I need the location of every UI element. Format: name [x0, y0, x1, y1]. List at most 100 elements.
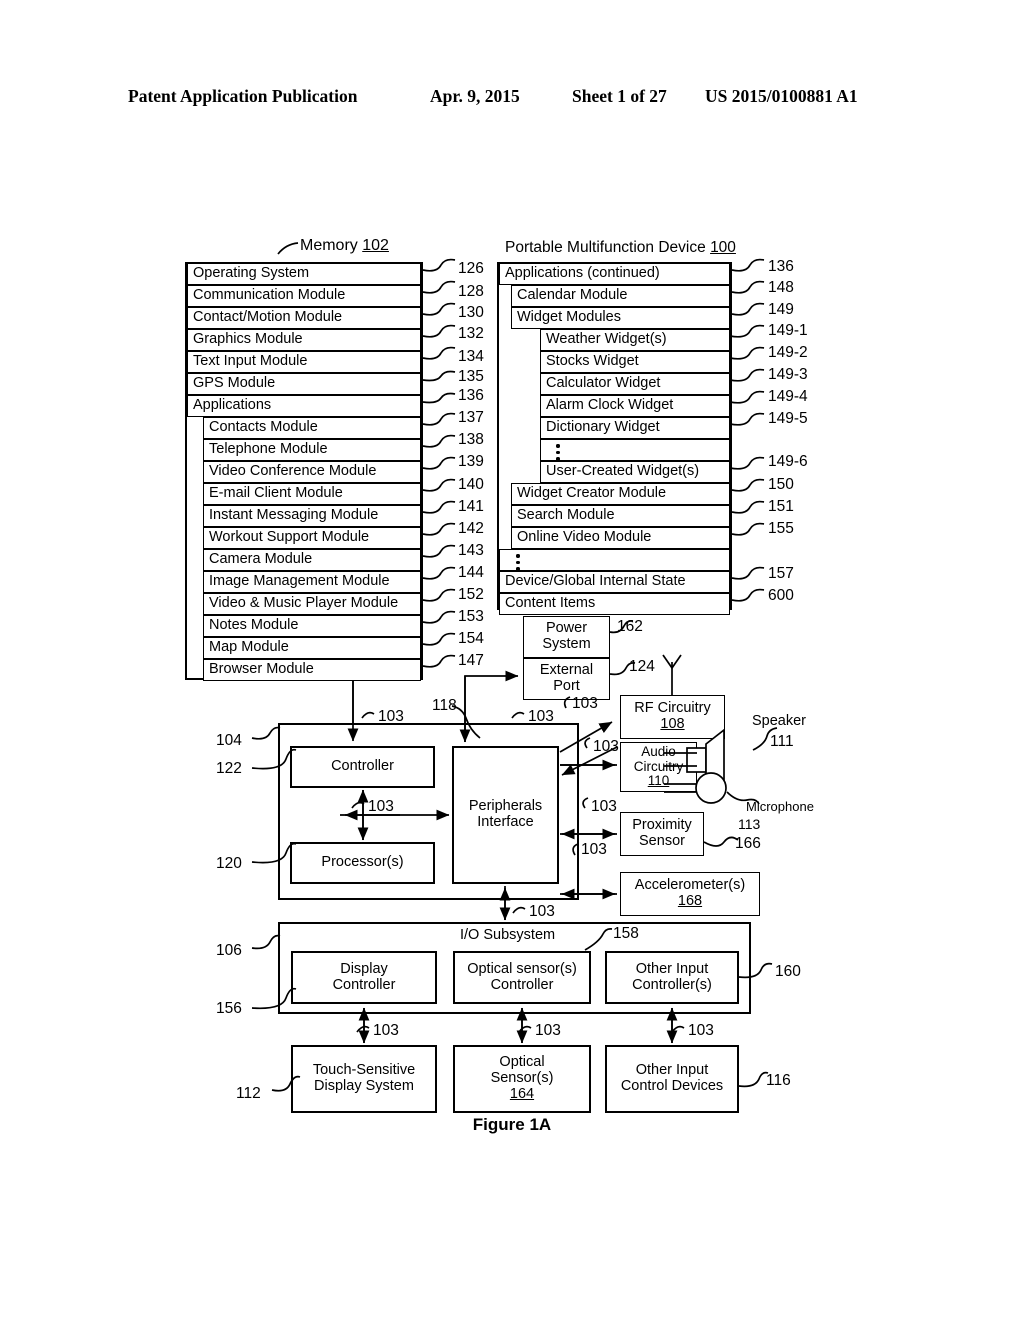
device-row-device-global-internal-state[interactable]: Device/Global Internal State: [499, 571, 730, 593]
audio-circuitry-block[interactable]: Audio Circuitry 110: [620, 742, 697, 792]
bus-label-k: 103: [688, 1022, 714, 1039]
device-row-alarm-clock-widget[interactable]: Alarm Clock Widget: [540, 395, 730, 417]
bus-label-c: 103: [572, 695, 598, 712]
other-input-controller-block[interactable]: Other Input Controller(s): [605, 951, 739, 1004]
memory-row-image-management-module[interactable]: Image Management Module: [203, 571, 421, 593]
memory-ref-137: 137: [458, 409, 484, 426]
memory-row-telephone-module[interactable]: Telephone Module: [203, 439, 421, 461]
memory-row-text-input-module[interactable]: Text Input Module: [187, 351, 421, 373]
device-ref-149-1: 149-1: [768, 322, 808, 339]
device-row-stocks-widget[interactable]: Stocks Widget: [540, 351, 730, 373]
device-ref-149-4: 149-4: [768, 388, 808, 405]
device-row-dictionary-widget[interactable]: Dictionary Widget: [540, 417, 730, 439]
memory-row-workout-support-module[interactable]: Workout Support Module: [203, 527, 421, 549]
memory-ref-143: 143: [458, 542, 484, 559]
memory-row-video-music-player-module[interactable]: Video & Music Player Module: [203, 593, 421, 615]
ref-122: 122: [216, 760, 242, 777]
proximity-sensor-block[interactable]: Proximity Sensor: [620, 812, 704, 856]
memory-ref-126: 126: [458, 260, 484, 277]
optical-sensor-controller-block[interactable]: Optical sensor(s) Controller: [453, 951, 591, 1004]
device-ref-151: 151: [768, 498, 794, 515]
device-row-weather-widget[interactable]: Weather Widget(s): [540, 329, 730, 351]
ref-120: 120: [216, 855, 242, 872]
device-row-widget-modules[interactable]: Widget Modules: [511, 307, 730, 329]
controller-block[interactable]: Controller: [290, 746, 435, 788]
publication-date: Apr. 9, 2015: [430, 86, 520, 106]
device-ref-155: 155: [768, 520, 794, 537]
memory-ref-136: 136: [458, 387, 484, 404]
ref-160: 160: [775, 963, 801, 980]
memory-row-email-client-module[interactable]: E-mail Client Module: [203, 483, 421, 505]
ref-111: 111: [770, 733, 794, 750]
device-title: Portable Multifunction Device 100: [505, 239, 736, 256]
device-ref-149-2: 149-2: [768, 344, 808, 361]
device-ref-149: 149: [768, 301, 794, 318]
memory-row-communication-module[interactable]: Communication Module: [187, 285, 421, 307]
device-row-calculator-widget[interactable]: Calculator Widget: [540, 373, 730, 395]
device-row-applications-continued[interactable]: Applications (continued): [499, 263, 730, 285]
device-row-online-video-module[interactable]: Online Video Module: [511, 527, 730, 549]
memory-ref-140: 140: [458, 476, 484, 493]
ref-156: 156: [216, 1000, 242, 1017]
ref-112: 112: [236, 1085, 261, 1102]
memory-ref-134: 134: [458, 348, 484, 365]
device-row-widget-ellipsis: [540, 439, 730, 461]
memory-ref-138: 138: [458, 431, 484, 448]
ref-162: 162: [617, 618, 643, 635]
peripherals-interface-block[interactable]: Peripherals Interface: [452, 746, 559, 884]
external-port-block[interactable]: External Port: [523, 658, 610, 700]
memory-row-instant-messaging-module[interactable]: Instant Messaging Module: [203, 505, 421, 527]
optical-sensor-block[interactable]: Optical Sensor(s) 164: [453, 1045, 591, 1113]
bus-label-h: 103: [529, 903, 555, 920]
memory-ref-139: 139: [458, 453, 484, 470]
memory-row-operating-system[interactable]: Operating System: [187, 263, 421, 285]
memory-row-notes-module[interactable]: Notes Module: [203, 615, 421, 637]
memory-title: Memory 102: [300, 237, 389, 254]
memory-row-gps-module[interactable]: GPS Module: [187, 373, 421, 395]
device-row-content-items[interactable]: Content Items: [499, 593, 730, 615]
device-row-calendar-module[interactable]: Calendar Module: [511, 285, 730, 307]
memory-row-graphics-module[interactable]: Graphics Module: [187, 329, 421, 351]
io-subsystem-label: I/O Subsystem: [460, 927, 556, 943]
bus-label-e: 103: [591, 798, 617, 815]
microphone-label: Microphone: [746, 799, 814, 814]
memory-row-video-conference-module[interactable]: Video Conference Module: [203, 461, 421, 483]
memory-ref-132: 132: [458, 325, 484, 342]
device-ref-157: 157: [768, 565, 794, 582]
speaker-label: Speaker: [752, 713, 807, 729]
publication-number: US 2015/0100881 A1: [705, 86, 858, 106]
memory-row-contact-motion-module[interactable]: Contact/Motion Module: [187, 307, 421, 329]
processors-block[interactable]: Processor(s): [290, 842, 435, 884]
memory-row-contacts-module[interactable]: Contacts Module: [203, 417, 421, 439]
bus-label-i: 103: [373, 1022, 399, 1039]
figure-caption: Figure 1A: [472, 1115, 552, 1134]
bus-label-g: 103: [368, 798, 394, 815]
ref-118: 118: [432, 697, 457, 714]
memory-ref-153: 153: [458, 608, 484, 625]
memory-row-map-module[interactable]: Map Module: [203, 637, 421, 659]
memory-row-applications[interactable]: Applications: [187, 395, 421, 417]
ref-106: 106: [216, 942, 242, 959]
memory-row-browser-module[interactable]: Browser Module: [203, 659, 421, 681]
touch-sensitive-display-block[interactable]: Touch-Sensitive Display System: [291, 1045, 437, 1113]
memory-ref-154: 154: [458, 630, 484, 647]
bus-label-d: 103: [593, 738, 619, 755]
rf-circuitry-block[interactable]: RF Circuitry 108: [620, 695, 725, 739]
device-ref-600: 600: [768, 587, 794, 604]
device-row-user-created-widget[interactable]: User-Created Widget(s): [540, 461, 730, 483]
memory-row-camera-module[interactable]: Camera Module: [203, 549, 421, 571]
device-row-applications-ellipsis: [499, 549, 730, 571]
memory-ref-144: 144: [458, 564, 484, 581]
device-row-search-module[interactable]: Search Module: [511, 505, 730, 527]
memory-title-ref: 102: [362, 237, 389, 254]
bus-label-f: 103: [581, 841, 607, 858]
power-system-block[interactable]: Power System: [523, 616, 610, 658]
ref-124: 124: [629, 658, 655, 675]
device-ref-149-6: 149-6: [768, 453, 808, 470]
ref-113: 113: [738, 816, 761, 832]
display-controller-block[interactable]: Display Controller: [291, 951, 437, 1004]
other-input-devices-block[interactable]: Other Input Control Devices: [605, 1045, 739, 1113]
memory-ref-147: 147: [458, 652, 484, 669]
device-row-widget-creator-module[interactable]: Widget Creator Module: [511, 483, 730, 505]
accelerometer-block[interactable]: Accelerometer(s) 168: [620, 872, 760, 916]
